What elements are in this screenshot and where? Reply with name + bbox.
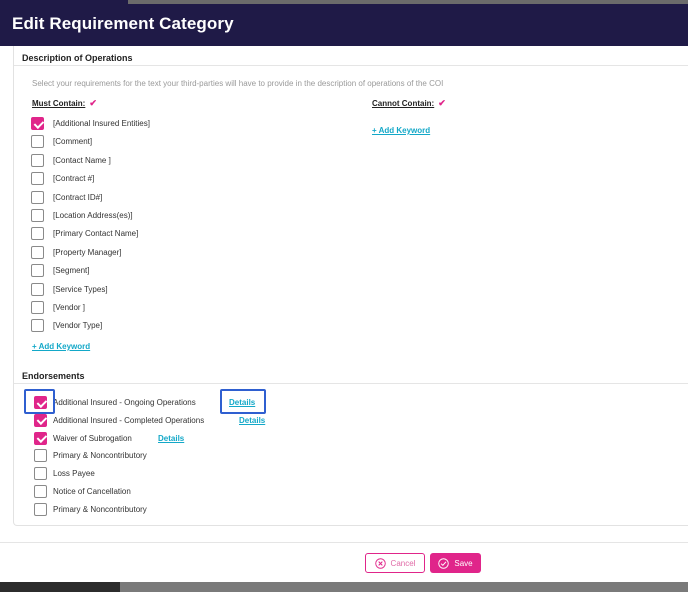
footer-divider (0, 542, 688, 543)
cancel-circle-x-icon (374, 557, 386, 569)
details-link-waiver[interactable]: Details (158, 434, 184, 443)
endorsement-checkbox[interactable] (34, 431, 47, 445)
cannot-contain-label: Cannot Contain: ✔ (372, 98, 446, 109)
endorsement-checkbox[interactable] (34, 413, 47, 427)
must-contain-checkbox[interactable] (31, 319, 44, 333)
add-keyword-must-link[interactable]: + Add Keyword (32, 342, 90, 351)
dialog-header: Edit Requirement Category (0, 0, 688, 46)
cannot-contain-text: Cannot Contain: (372, 99, 435, 108)
endorsement-checkbox[interactable] (34, 449, 47, 463)
endorsements-divider (14, 383, 688, 384)
must-contain-checkbox[interactable] (31, 135, 44, 149)
save-check-circle-icon (438, 557, 450, 569)
must-contain-item-label: [Segment] (53, 266, 90, 276)
endorsement-item-label: Primary & Noncontributory (53, 451, 147, 461)
must-contain-item-label: [Property Manager] (53, 247, 122, 257)
edit-requirement-dialog: Edit Requirement Category Description of… (0, 0, 688, 582)
save-label: Save (454, 558, 473, 568)
add-keyword-cannot-link[interactable]: + Add Keyword (372, 126, 430, 135)
must-contain-item-label: [Location Address(es)] (53, 211, 133, 220)
must-contain-item-label: [Service Types] (53, 284, 108, 294)
cancel-label: Cancel (390, 558, 416, 568)
highlight-box-details (220, 389, 266, 414)
details-link-completed[interactable]: Details (239, 416, 265, 425)
must-contain-checkbox[interactable] (31, 153, 44, 167)
endorsement-item-label: Additional Insured - Completed Operation… (53, 415, 205, 425)
must-contain-item-label: [Additional Insured Entities] (53, 119, 150, 128)
endorsements-section-title: Endorsements (22, 371, 85, 381)
endorsement-item-label: Loss Payee (53, 469, 95, 479)
must-contain-item-label: [Contact Name ] (53, 155, 111, 165)
must-contain-item-label: [Vendor ] (53, 303, 86, 312)
must-contain-checkbox[interactable] (31, 209, 44, 222)
endorsement-checkbox[interactable] (34, 502, 47, 516)
save-button[interactable]: Save (430, 553, 481, 573)
must-contain-checkbox[interactable] (31, 264, 44, 278)
must-contain-item-label: [Comment] (53, 137, 93, 147)
must-contain-checkbox[interactable] (31, 117, 44, 130)
required-marker-icon: ✔ (438, 98, 446, 108)
must-contain-item-label: [Vendor Type] (53, 321, 103, 331)
endorsement-item-label: Notice of Cancellation (53, 487, 131, 496)
must-contain-item-label: [Primary Contact Name] (53, 229, 139, 239)
must-contain-item-label: [Contract #] (53, 174, 95, 184)
must-contain-checkbox[interactable] (31, 282, 44, 296)
must-contain-checkbox[interactable] (31, 190, 44, 204)
endorsement-item-label: Additional Insured - Ongoing Operations (53, 398, 196, 407)
endorsement-item-label: Primary & Noncontributory (53, 504, 147, 514)
cancel-button[interactable]: Cancel (365, 553, 425, 573)
must-contain-checkbox[interactable] (31, 172, 44, 186)
background-footer-right (120, 582, 688, 592)
must-contain-label: Must Contain: ✔ (32, 98, 97, 109)
highlight-box-checkbox (24, 389, 55, 414)
required-marker-icon: ✔ (89, 98, 97, 108)
description-section-title: Description of Operations (22, 53, 133, 63)
endorsement-checkbox[interactable] (34, 467, 47, 481)
must-contain-text: Must Contain: (32, 99, 86, 108)
must-contain-checkbox[interactable] (31, 227, 44, 241)
header-strip (128, 0, 688, 4)
must-contain-item-label: [Contract ID#] (53, 192, 103, 202)
must-contain-checkbox[interactable] (31, 245, 44, 259)
description-divider (14, 65, 688, 66)
endorsement-checkbox[interactable] (34, 485, 47, 498)
dialog-title: Edit Requirement Category (12, 14, 234, 33)
must-contain-checkbox[interactable] (31, 301, 44, 314)
endorsement-item-label: Waiver of Subrogation (53, 433, 132, 443)
description-hint: Select your requirements for the text yo… (32, 79, 444, 88)
